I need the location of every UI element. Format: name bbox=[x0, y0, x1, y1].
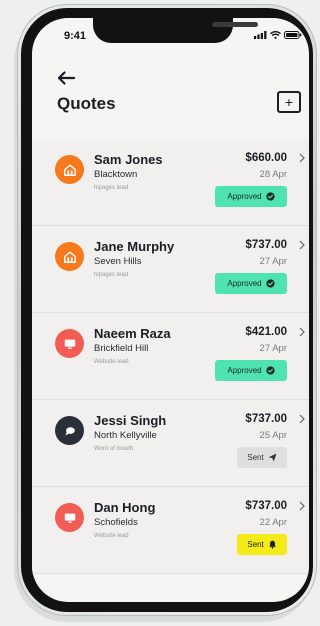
status-label: Approved bbox=[227, 192, 262, 201]
status-label: Sent bbox=[247, 453, 264, 462]
house-icon bbox=[63, 250, 77, 264]
chevron-right-icon bbox=[299, 153, 305, 163]
status-label: Approved bbox=[227, 366, 262, 375]
lead-source: hipages lead bbox=[94, 185, 129, 191]
paper-plane-icon bbox=[268, 453, 277, 462]
quote-amount: $737.00 bbox=[245, 239, 287, 251]
quote-date: 25 Apr bbox=[259, 430, 287, 441]
lead-source: hipages lead bbox=[94, 272, 129, 278]
house-icon bbox=[63, 163, 77, 177]
client-name: Naeem Raza bbox=[94, 326, 171, 341]
monitor-icon bbox=[63, 337, 77, 351]
status-time: 9:41 bbox=[64, 30, 87, 42]
status-badge[interactable]: Approved bbox=[215, 186, 287, 207]
page-title: Quotes bbox=[57, 94, 116, 113]
status-icons bbox=[254, 31, 302, 39]
house-avatar bbox=[55, 242, 84, 271]
quote-date: 22 Apr bbox=[259, 517, 287, 528]
status-badge[interactable]: Approved bbox=[215, 273, 287, 294]
status-badge[interactable]: Sent bbox=[237, 447, 287, 468]
quote-card[interactable]: Jane Murphy Seven Hills hipages lead $73… bbox=[32, 226, 309, 313]
chevron-right-icon bbox=[299, 414, 305, 424]
quote-amount: $421.00 bbox=[245, 326, 287, 338]
lead-source: Website lead bbox=[94, 359, 129, 365]
monitor-icon bbox=[63, 511, 77, 525]
status-badge[interactable]: Sent bbox=[237, 534, 287, 555]
battery-icon bbox=[284, 31, 302, 39]
speaker-grille bbox=[212, 22, 258, 27]
quote-date: 27 Apr bbox=[259, 256, 287, 267]
status-badge[interactable]: Approved bbox=[215, 360, 287, 381]
quote-date: 28 Apr bbox=[259, 169, 287, 180]
client-suburb: North Kellyville bbox=[94, 430, 157, 441]
signal-icon bbox=[254, 31, 267, 39]
quote-card[interactable]: Dan Hong Schofields Website lead $737.00… bbox=[32, 487, 309, 574]
back-arrow-icon[interactable] bbox=[56, 70, 76, 86]
quote-amount: $737.00 bbox=[245, 413, 287, 425]
chevron-right-icon bbox=[299, 501, 305, 511]
client-name: Jessi Singh bbox=[94, 413, 167, 428]
wifi-icon bbox=[270, 31, 281, 39]
plus-icon: + bbox=[284, 94, 294, 110]
client-name: Sam Jones bbox=[94, 152, 163, 167]
quote-date: 27 Apr bbox=[259, 343, 287, 354]
client-suburb: Brickfield Hill bbox=[94, 343, 149, 354]
client-suburb: Schofields bbox=[94, 517, 138, 528]
status-label: Sent bbox=[247, 540, 264, 549]
client-suburb: Blacktown bbox=[94, 169, 138, 180]
quote-amount: $660.00 bbox=[245, 152, 287, 164]
add-quote-button[interactable]: + bbox=[277, 91, 301, 113]
monitor-avatar bbox=[55, 503, 84, 532]
chevron-right-icon bbox=[299, 327, 305, 337]
quote-card[interactable]: Jessi Singh North Kellyville Word of mou… bbox=[32, 400, 309, 487]
quote-amount: $737.00 bbox=[245, 500, 287, 512]
quote-list: Sam Jones Blacktown hipages lead $660.00… bbox=[32, 139, 309, 574]
client-name: Dan Hong bbox=[94, 500, 156, 515]
monitor-avatar bbox=[55, 329, 84, 358]
bell-icon bbox=[268, 540, 277, 549]
phone-screen: 9:41 Quotes + Sam Jones Blacktown hipage… bbox=[32, 18, 309, 602]
speech-bubble-icon bbox=[63, 424, 77, 438]
check-badge-icon bbox=[265, 192, 275, 201]
chevron-right-icon bbox=[299, 240, 305, 250]
check-badge-icon bbox=[265, 279, 275, 288]
quote-card[interactable]: Sam Jones Blacktown hipages lead $660.00… bbox=[32, 139, 309, 226]
client-name: Jane Murphy bbox=[94, 239, 175, 254]
check-badge-icon bbox=[265, 366, 275, 375]
quote-card[interactable]: Naeem Raza Brickfield Hill Website lead … bbox=[32, 313, 309, 400]
speech-bubble-avatar bbox=[55, 416, 84, 445]
lead-source: Word of mouth bbox=[94, 446, 134, 452]
client-suburb: Seven Hills bbox=[94, 256, 142, 267]
status-label: Approved bbox=[227, 279, 262, 288]
notch bbox=[93, 18, 258, 43]
house-avatar bbox=[55, 155, 84, 184]
lead-source: Website lead bbox=[94, 533, 129, 539]
